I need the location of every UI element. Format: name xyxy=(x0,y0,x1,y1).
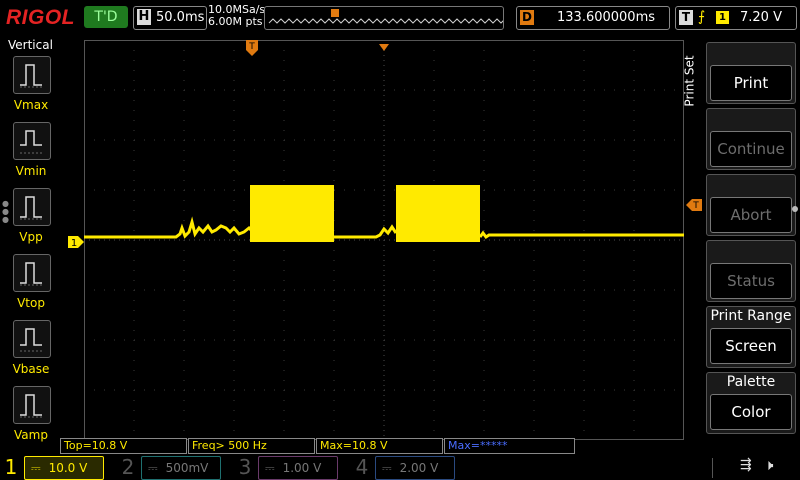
measurement-result[interactable]: Max=***** xyxy=(444,438,575,454)
panel-scroll-dots: ● ● ● xyxy=(2,199,9,224)
timebase-value: 50.0ms xyxy=(156,10,205,25)
trigger-source: 1 xyxy=(716,11,729,24)
softkey-palette[interactable]: Palette Color xyxy=(706,372,796,434)
softkey-value: Abort xyxy=(710,197,792,233)
measure-panel-title: Vertical xyxy=(8,38,53,52)
trigger-marker-text: T xyxy=(248,42,255,52)
channel-1-number[interactable]: 1 xyxy=(0,456,22,478)
softkey-abort[interactable]: Abort xyxy=(706,174,796,236)
ch1-trace-baseline-mid xyxy=(334,224,398,239)
vmax-icon xyxy=(20,64,44,88)
timebase-key: H xyxy=(137,9,151,25)
vpp-icon xyxy=(20,196,44,220)
ch1-trace-baseline-left xyxy=(84,216,257,239)
channel-3-number[interactable]: 3 xyxy=(234,456,256,478)
channel-4-number[interactable]: 4 xyxy=(351,456,373,478)
ch1-offset-marker-text: 1 xyxy=(71,238,77,248)
measure-label: Vtop xyxy=(17,296,45,310)
channel-scale-value: 500mV xyxy=(165,461,209,475)
channel-2-scale[interactable]: ⎓ 500mV xyxy=(141,456,221,480)
measure-label: Vamp xyxy=(14,428,48,442)
softkey-value: Print xyxy=(710,65,792,101)
graticule-lines xyxy=(84,40,684,440)
trigger-level-marker-text: T xyxy=(692,201,699,211)
softkey-value: Color xyxy=(710,394,792,430)
top-status-bar: RIGOL T'D H 50.0ms 10.0MSa/s 6.00M pts D… xyxy=(0,0,800,36)
softkey-value: Status xyxy=(710,263,792,299)
dc-coupling-icon: ⎓ xyxy=(31,461,41,475)
delay-key: D xyxy=(520,10,534,25)
trigger-level-marker[interactable]: T xyxy=(686,196,702,215)
channel-scale-value: 2.00 V xyxy=(399,461,439,475)
measurement-result[interactable]: Freq> 500 Hz xyxy=(188,438,315,454)
trigger-key: T xyxy=(679,10,693,25)
menu-scroll-dot xyxy=(792,206,798,212)
softkey-status[interactable]: Status xyxy=(706,240,796,302)
memory-overview-strip[interactable] xyxy=(264,6,510,30)
delay-box[interactable]: D 133.600000ms xyxy=(516,6,670,30)
dc-coupling-icon: ⎓ xyxy=(148,461,158,475)
ch1-pulse-1 xyxy=(250,185,334,242)
vtop-icon xyxy=(20,262,44,286)
timebase-box[interactable]: H 50.0ms xyxy=(133,6,207,30)
softkey-value: Screen xyxy=(710,328,792,364)
measure-vmin-button[interactable] xyxy=(13,122,51,160)
dc-coupling-icon: ⎓ xyxy=(265,461,275,475)
vamp-icon xyxy=(20,394,44,418)
memory-overview-waveform xyxy=(268,9,510,24)
measure-label: Vmax xyxy=(13,98,49,112)
softkey-print-range[interactable]: Print Range Screen xyxy=(706,306,796,368)
ch1-trace xyxy=(84,185,684,242)
channel-scale-value: 1.00 V xyxy=(282,461,322,475)
measure-vamp-button[interactable] xyxy=(13,386,51,424)
measure-panel: Vertical Vmax Vmin Vpp Vtop Vbase Vamp ● ● ● xyxy=(0,38,62,450)
memory-depth: 6.00M pts xyxy=(208,15,263,28)
channel-4-scale[interactable]: ⎓ 2.00 V xyxy=(375,456,455,480)
measurement-result[interactable]: Top=10.8 V xyxy=(60,438,187,454)
run-state-badge[interactable]: T'D xyxy=(84,6,128,28)
measure-vtop-button[interactable] xyxy=(13,254,51,292)
channel-scale-value: 10.0 V xyxy=(48,461,88,475)
softkey-caption: Print Range xyxy=(710,308,792,324)
channel-1-scale[interactable]: ⎓ 10.0 V xyxy=(24,456,104,480)
usb-icon: ⇶ xyxy=(740,457,752,473)
divider xyxy=(712,458,713,478)
vbase-icon xyxy=(20,328,44,352)
dc-coupling-icon: ⎓ xyxy=(382,461,392,475)
measurement-result[interactable]: Max=10.8 V xyxy=(316,438,443,454)
measure-label: Vpp xyxy=(19,230,43,244)
softkey-value: Continue xyxy=(710,131,792,167)
ch1-trace-baseline-right xyxy=(478,230,684,240)
softkey-caption: Palette xyxy=(726,374,776,390)
measure-vmax-button[interactable] xyxy=(13,56,51,94)
measure-label: Vmin xyxy=(15,164,47,178)
delay-value: 133.600000ms xyxy=(557,10,656,25)
vmin-icon xyxy=(20,130,44,154)
measure-vbase-button[interactable] xyxy=(13,320,51,358)
measure-vpp-button[interactable] xyxy=(13,188,51,226)
channel-3-scale[interactable]: ⎓ 1.00 V xyxy=(258,456,338,480)
trigger-position-marker[interactable]: T xyxy=(246,40,258,60)
speaker-muted-icon[interactable]: 🕨 xyxy=(764,456,773,474)
rising-edge-icon: ⨍ xyxy=(698,9,706,25)
channel-2-number[interactable]: 2 xyxy=(117,456,139,478)
trigger-box[interactable]: T ⨍ 1 7.20 V xyxy=(675,6,797,30)
center-marker-icon xyxy=(379,37,389,56)
brand-logo: RIGOL xyxy=(6,6,75,29)
waveform-graticule[interactable] xyxy=(84,40,684,440)
softkey-continue[interactable]: Continue xyxy=(706,108,796,170)
trigger-level: 7.20 V xyxy=(740,10,782,25)
softkey-print[interactable]: Print xyxy=(706,42,796,104)
ch1-offset-marker[interactable]: 1 xyxy=(68,233,84,252)
acquisition-info: 10.0MSa/s 6.00M pts xyxy=(208,4,265,28)
menu-title: Print Set xyxy=(682,55,697,107)
measure-label: Vbase xyxy=(12,362,50,376)
ch1-pulse-2 xyxy=(396,185,480,242)
